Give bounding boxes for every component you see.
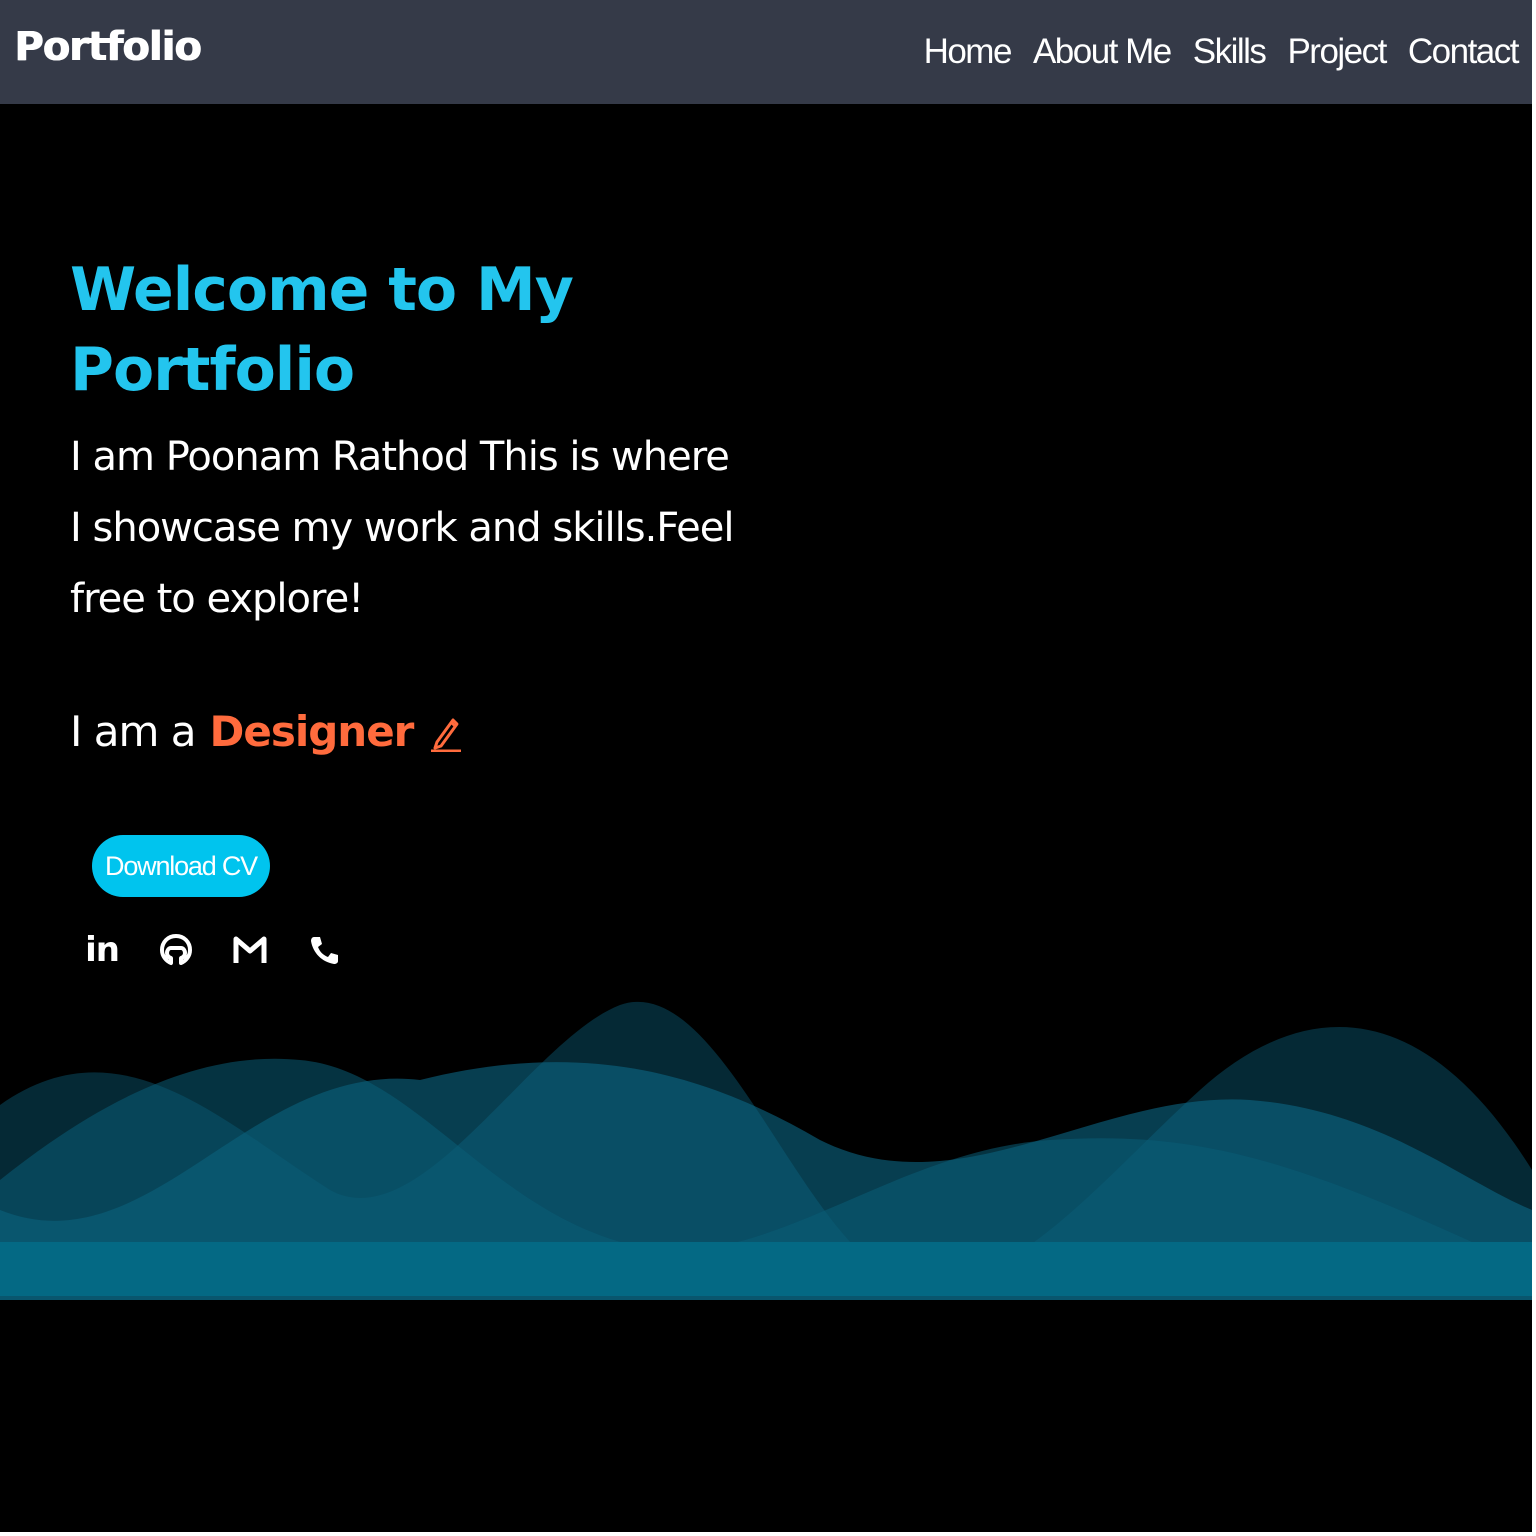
hero-intro: I am Poonam Rathod This is where I showc… (70, 434, 734, 622)
nav-link-skills[interactable]: Skills (1193, 32, 1267, 72)
role-line: I am a Designer (70, 707, 770, 756)
hero-title: Welcome to My Portfolio (70, 255, 574, 405)
hero-section: Welcome to My Portfolio I am Poonam Rath… (70, 250, 770, 756)
page-edge-right (1532, 0, 1536, 1536)
navbar: Portfolio Home About Me Skills Project C… (0, 0, 1532, 104)
role-prefix: I am a (70, 707, 196, 756)
nav-links: Home About Me Skills Project Contact (924, 32, 1520, 72)
social-links: in (84, 925, 342, 975)
brand-logo[interactable]: Portfolio (14, 24, 201, 70)
nav-link-about-me[interactable]: About Me (1033, 32, 1172, 72)
github-icon[interactable] (158, 925, 194, 975)
nav-link-home[interactable]: Home (924, 32, 1013, 72)
page-edge-bottom (0, 1532, 1536, 1536)
pencil-icon (429, 712, 463, 752)
gmail-icon[interactable] (232, 925, 268, 975)
download-cv-button[interactable]: Download CV (92, 835, 270, 897)
nav-link-project[interactable]: Project (1287, 32, 1387, 72)
phone-icon[interactable] (306, 925, 342, 975)
nav-link-contact[interactable]: Contact (1408, 32, 1520, 72)
linkedin-icon[interactable]: in (84, 925, 120, 975)
wave-decoration (0, 1001, 1532, 1300)
role-word: Designer (209, 707, 414, 756)
